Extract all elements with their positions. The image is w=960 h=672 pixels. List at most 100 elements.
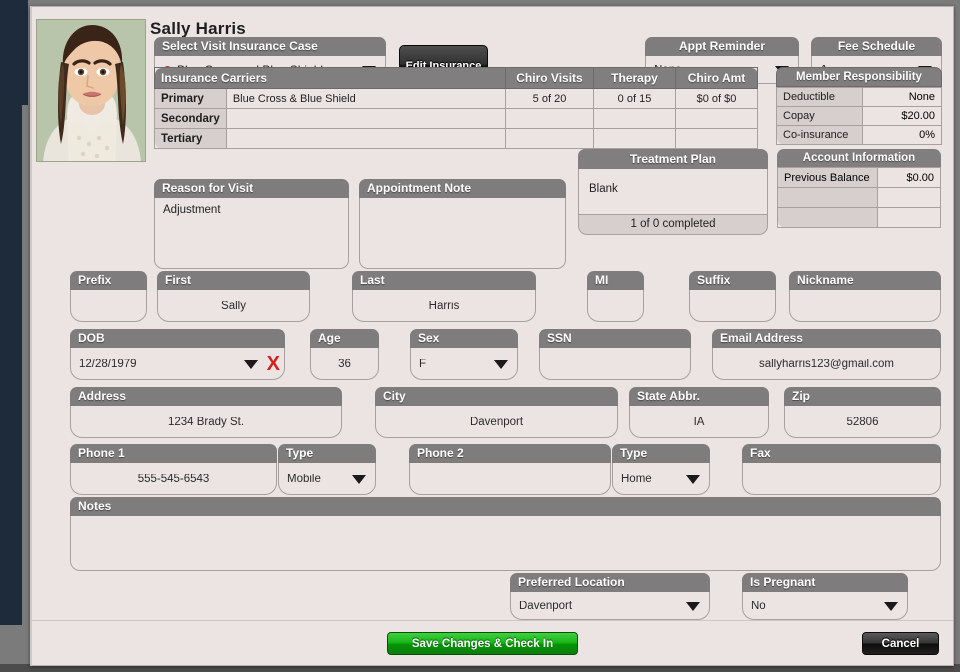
first-name-input[interactable]: Sally: [157, 290, 310, 322]
reason-for-visit-textarea[interactable]: Adjustment: [154, 198, 349, 269]
phone1-value: 555-545-6543: [137, 474, 210, 485]
table-row: [777, 207, 941, 228]
chevron-down-icon: [686, 474, 700, 484]
prefix-group: Prefix: [70, 271, 147, 322]
reason-for-visit-group: Reason for Visit Adjustment: [154, 179, 349, 269]
patient-photo: [36, 19, 146, 162]
insurance-carriers-table: Insurance Carriers Chiro Visits Therapy …: [154, 67, 758, 149]
fax-label: Fax: [742, 444, 941, 463]
treatment-plan-value[interactable]: Blank: [578, 169, 768, 215]
footer-divider: [32, 620, 953, 621]
value-previous-balance: $0.00: [877, 167, 941, 188]
address-input[interactable]: 1234 Brady St.: [70, 406, 342, 438]
mi-group: MI: [587, 271, 644, 322]
address-value: 1234 Brady St.: [167, 417, 245, 428]
preferred-location-group: Preferred Location Davenport: [510, 573, 710, 620]
is-pregnant-group: Is Pregnant No: [742, 573, 908, 620]
table-row[interactable]: Tertiary: [154, 128, 758, 149]
age-input[interactable]: 36: [310, 348, 379, 380]
table-row: Co-insurance 0%: [776, 125, 942, 145]
value-copay: $20.00: [862, 106, 942, 126]
fax-input[interactable]: [742, 463, 941, 495]
address-label: Address: [70, 387, 342, 406]
table-row[interactable]: Secondary: [154, 108, 758, 129]
phone1-input[interactable]: 555-545-6543: [70, 463, 277, 495]
label-previous-balance: Previous Balance: [777, 167, 878, 188]
member-responsibility-panel: Member Responsibility Deductible None Co…: [776, 67, 942, 145]
suffix-group: Suffix: [689, 271, 776, 322]
clear-date-icon[interactable]: X: [267, 354, 280, 374]
appointment-note-label: Appointment Note: [359, 179, 566, 198]
dob-input[interactable]: 12/28/1979 X: [70, 348, 285, 380]
value-deductible: None: [862, 87, 942, 107]
appt-reminder-label: Appt Reminder: [645, 37, 799, 56]
cell-therapy: [593, 128, 676, 149]
cell-chiro-amt: [675, 108, 758, 129]
label-coinsurance: Co-insurance: [776, 125, 863, 145]
state-input[interactable]: IA: [629, 406, 769, 438]
sex-select[interactable]: F: [410, 348, 518, 380]
nickname-group: Nickname: [789, 271, 941, 322]
save-changes-button[interactable]: Save Changes & Check In: [387, 632, 578, 655]
email-input[interactable]: sallyharris123@gmail.com: [712, 348, 941, 380]
notes-textarea[interactable]: [70, 516, 941, 571]
last-name-input[interactable]: Harris: [352, 290, 536, 322]
city-group: City Davenport: [375, 387, 618, 438]
first-name-value: Sally: [221, 301, 246, 312]
cell-chiro-amt: $0 of $0: [675, 88, 758, 109]
phone1-type-select[interactable]: Mobile: [278, 463, 376, 495]
cancel-button[interactable]: Cancel: [862, 632, 939, 655]
nickname-input[interactable]: [789, 290, 941, 322]
zip-input[interactable]: 52806: [784, 406, 941, 438]
mi-input[interactable]: [587, 290, 644, 322]
cell-therapy: [593, 108, 676, 129]
city-label: City: [375, 387, 618, 406]
phone2-type-select[interactable]: Home: [612, 463, 710, 495]
appointment-note-group: Appointment Note: [359, 179, 566, 269]
ssn-label: SSN: [539, 329, 691, 348]
appointment-note-textarea[interactable]: [359, 198, 566, 269]
city-input[interactable]: Davenport: [375, 406, 618, 438]
zip-group: Zip 52806: [784, 387, 941, 438]
suffix-label: Suffix: [689, 271, 776, 290]
value-account-row-2: [877, 187, 941, 208]
cell-chiro-amt: [675, 128, 758, 149]
page-title: Sally Harris: [150, 19, 246, 38]
ssn-group: SSN: [539, 329, 691, 380]
table-row: Previous Balance $0.00: [777, 167, 941, 188]
reason-for-visit-value: Adjustment: [163, 204, 221, 216]
last-name-group: Last Harris: [352, 271, 536, 322]
label-deductible: Deductible: [776, 87, 863, 107]
prefix-input[interactable]: [70, 290, 147, 322]
dob-group: DOB 12/28/1979 X: [70, 329, 285, 380]
label-copay: Copay: [776, 106, 863, 126]
age-label: Age: [310, 329, 379, 348]
chevron-down-icon: [352, 474, 366, 484]
value-coinsurance: 0%: [862, 125, 942, 145]
email-label: Email Address: [712, 329, 941, 348]
prefix-label: Prefix: [70, 271, 147, 290]
chevron-down-icon[interactable]: [244, 359, 258, 369]
table-row: Copay $20.00: [776, 106, 942, 126]
label-account-row-2: [777, 187, 878, 208]
fee-schedule-label: Fee Schedule: [811, 37, 942, 56]
zip-label: Zip: [784, 387, 941, 406]
phone1-type-group: Type Mobile: [278, 444, 376, 495]
column-chiro-amt: Chiro Amt: [675, 67, 758, 89]
table-row[interactable]: Primary Blue Cross & Blue Shield 5 of 20…: [154, 88, 758, 109]
is-pregnant-value: No: [751, 601, 766, 612]
ssn-input[interactable]: [539, 348, 691, 380]
column-chiro-visits: Chiro Visits: [505, 67, 594, 89]
phone1-type-value: Mobile: [287, 474, 321, 485]
is-pregnant-select[interactable]: No: [742, 592, 908, 620]
preferred-location-label: Preferred Location: [510, 573, 710, 592]
preferred-location-select[interactable]: Davenport: [510, 592, 710, 620]
suffix-input[interactable]: [689, 290, 776, 322]
treatment-plan-progress: 1 of 0 completed: [578, 215, 768, 235]
desktop-left-panel: [0, 0, 28, 105]
notes-group: Notes: [70, 497, 941, 571]
phone2-input[interactable]: [409, 463, 611, 495]
notes-label: Notes: [70, 497, 941, 516]
email-group: Email Address sallyharris123@gmail.com: [712, 329, 941, 380]
cell-carrier: [225, 128, 507, 149]
